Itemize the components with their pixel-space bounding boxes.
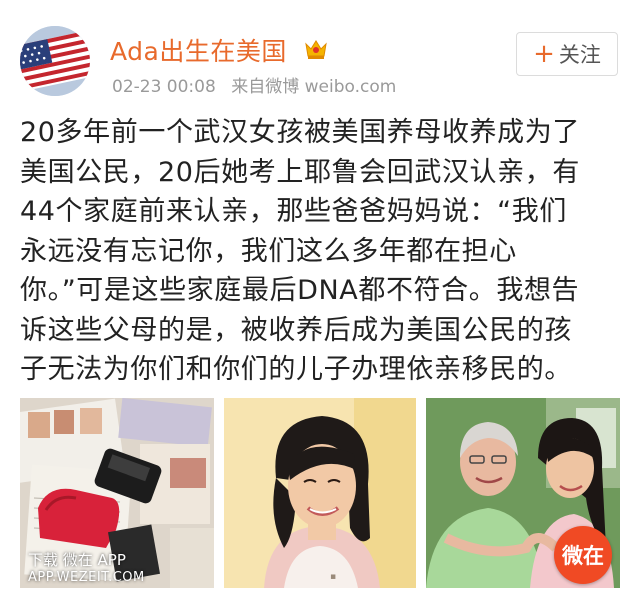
post-line: 20多年前一个武汉女孩被美国养母收养成为了	[20, 117, 580, 148]
weizai-badge: 微在	[554, 526, 612, 584]
follow-button-label: 关注	[558, 43, 601, 67]
photo-credit-watermark: ▪	[330, 572, 337, 582]
us-flag-avatar-icon	[20, 26, 90, 96]
post-line: 诉这些父母的是，被收养后成为美国公民的孩	[20, 314, 572, 346]
post-source[interactable]: 来自微博 weibo.com	[231, 77, 396, 97]
post-meta: 02-23 00:08 来自微博 weibo.com	[112, 72, 406, 97]
post-line: 你。”可是这些家庭最后DNA都不符合。我想告	[20, 275, 580, 306]
post-line: 永远没有忘记你，我们这么多年都在担心	[20, 235, 517, 267]
username[interactable]: Ada出生在美国	[110, 32, 287, 68]
photo-thumbnail-portrait-icon	[224, 398, 416, 588]
post-image-2[interactable]	[224, 398, 416, 588]
vip-crown-icon	[305, 40, 327, 59]
post-line: 美国公民，20后她考上耶鲁会回武汉认亲，有	[20, 156, 580, 188]
app-watermark: 下载 微在 APP APP.WEZEIT.COM	[28, 551, 145, 587]
app-watermark-line1: 下载 微在 APP	[28, 551, 126, 569]
user-avatar[interactable]	[20, 26, 90, 96]
post-line: 44个家庭前来认亲，那些爸爸妈妈说：“我们	[20, 196, 567, 227]
post-header: Ada出生在美国 02-23 00:08 来自微博 weibo.com + 关注	[0, 0, 640, 110]
post-timestamp: 02-23 00:08	[112, 77, 216, 97]
post-line: 子无法为你们和你们的儿子办理依亲移民的。	[20, 354, 572, 385]
app-watermark-line2: APP.WEZEIT.COM	[28, 570, 145, 585]
plus-icon: +	[533, 39, 555, 69]
post-body: 20多年前一个武汉女孩被美国养母收养成为了 美国公民，20后她考上耶鲁会回武汉认…	[20, 113, 624, 390]
follow-button[interactable]: + 关注	[516, 32, 618, 76]
